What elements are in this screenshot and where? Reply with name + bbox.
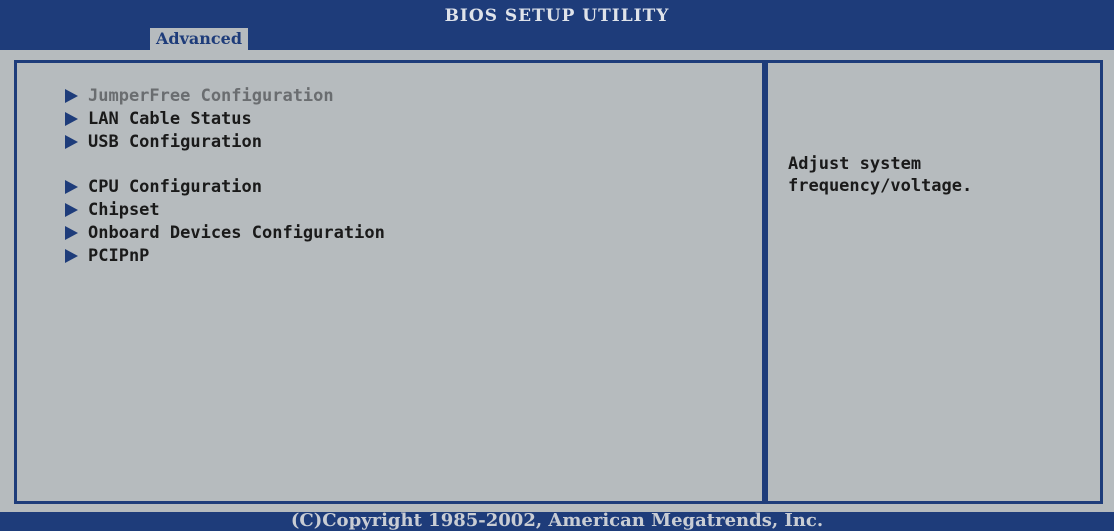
help-text: Adjust system frequency/voltage. bbox=[788, 154, 973, 196]
submenu-arrow-icon bbox=[65, 135, 78, 149]
menu-item-label: Onboard Devices Configuration bbox=[88, 223, 385, 243]
bios-title: BIOS SETUP UTILITY bbox=[444, 6, 670, 26]
submenu-arrow-icon bbox=[65, 226, 78, 240]
menu-item-label: JumperFree Configuration bbox=[88, 86, 334, 106]
header-bar: BIOS SETUP UTILITY Advanced bbox=[0, 0, 1114, 50]
submenu-arrow-icon bbox=[65, 249, 78, 263]
menu-item-label: PCIPnP bbox=[88, 246, 150, 266]
tab-advanced[interactable]: Advanced bbox=[150, 28, 249, 50]
menu-item-label: USB Configuration bbox=[88, 132, 262, 152]
menu-item-label: Chipset bbox=[88, 200, 160, 220]
submenu-arrow-icon bbox=[65, 180, 78, 194]
submenu-arrow-icon bbox=[65, 89, 78, 103]
menu-item-label: CPU Configuration bbox=[88, 177, 262, 197]
submenu-arrow-icon bbox=[65, 112, 78, 126]
help-panel: Adjust system frequency/voltage. bbox=[768, 60, 1103, 504]
submenu-arrow-icon bbox=[65, 203, 78, 217]
copyright-notice: (C)Copyright 1985-2002, American Megatre… bbox=[290, 510, 824, 531]
main-menu-panel: JumperFree Configuration LAN Cable Statu… bbox=[14, 60, 765, 504]
menu-item-label: LAN Cable Status bbox=[88, 109, 252, 129]
footer-bar: (C)Copyright 1985-2002, American Megatre… bbox=[0, 510, 1114, 531]
